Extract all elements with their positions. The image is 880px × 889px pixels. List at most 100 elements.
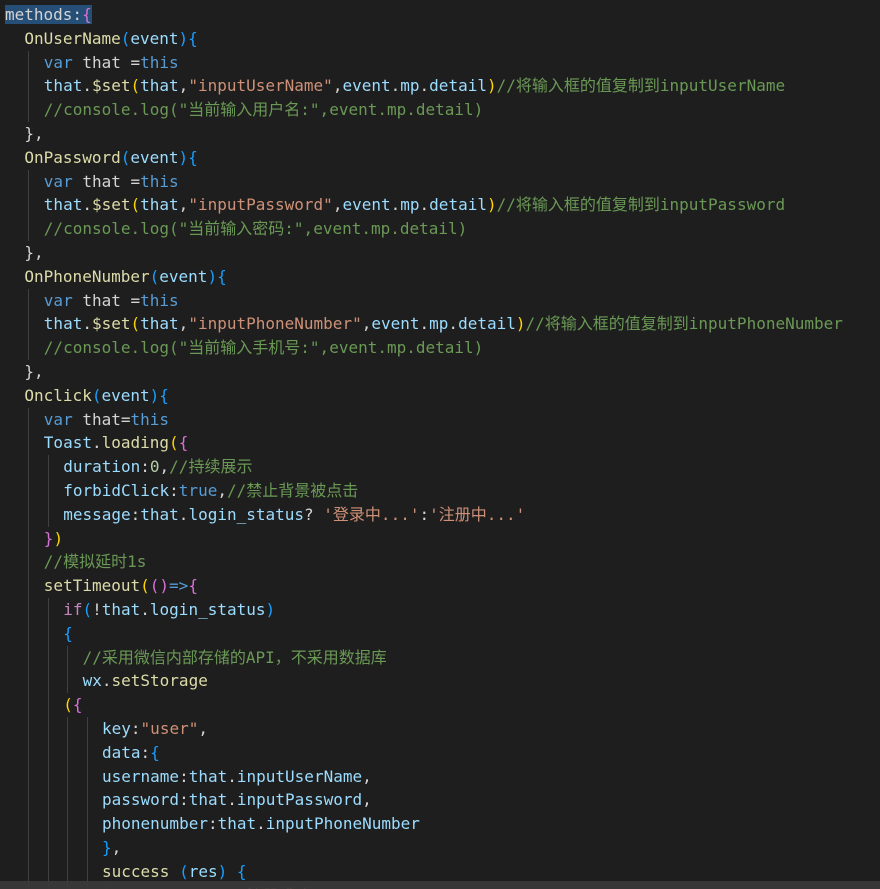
code-line[interactable]: username:that.inputUserName,: [102, 765, 372, 789]
code-line[interactable]: if(!that.login_status): [63, 598, 275, 622]
code-token: .: [256, 814, 266, 834]
code-token: ): [217, 861, 228, 881]
code-line[interactable]: that.$set(that,"inputUserName",event.mp.…: [44, 74, 785, 98]
code-line[interactable]: //console.log("当前输入手机号:",event.mp.detail…: [44, 336, 484, 360]
code-token: ): [486, 76, 497, 96]
code-token: //禁止背景被点击: [226, 481, 359, 500]
code-line[interactable]: that.$set(that,"inputPassword",event.mp.…: [44, 193, 785, 217]
code-token: //采用微信内部存储的API，不采用数据库: [82, 647, 387, 667]
code-token: //持续展示: [169, 457, 253, 477]
code-token: if: [63, 600, 83, 619]
code-line[interactable]: message:that.login_status? '登录中...':'注册中…: [63, 503, 525, 527]
code-token: phonenumber: [102, 814, 208, 834]
code-token: {: [188, 576, 198, 596]
code-line[interactable]: //模拟延时1s: [44, 550, 147, 574]
code-token: .: [178, 504, 189, 524]
code-token: mp: [429, 314, 449, 334]
indent-guide: [47, 836, 49, 860]
code-line[interactable]: phonenumber:that.inputPhoneNumber: [102, 812, 420, 836]
code-token: Onclick: [24, 385, 92, 405]
code-token: that: [43, 76, 83, 96]
code-token: {: [188, 28, 198, 48]
code-line[interactable]: Toast.loading({: [44, 431, 189, 455]
code-line[interactable]: var that=this: [44, 408, 169, 432]
indent-guide: [67, 836, 69, 860]
code-token: (: [130, 76, 141, 96]
code-line[interactable]: forbidClick:true,//禁止背景被点击: [63, 479, 358, 503]
indent-guide: [28, 645, 30, 670]
indent-guide: [28, 74, 30, 99]
code-line[interactable]: var that =this: [44, 170, 179, 194]
code-line[interactable]: var that =this: [44, 289, 179, 313]
code-line[interactable]: //采用微信内部存储的API，不采用数据库: [83, 646, 387, 670]
code-token: "user": [140, 719, 199, 738]
code-token: =>: [169, 576, 189, 596]
code-token: detail: [429, 76, 487, 96]
code-line[interactable]: data:{: [102, 741, 160, 765]
code-line[interactable]: var that =this: [44, 51, 179, 75]
code-token: {: [236, 861, 247, 881]
code-line[interactable]: {: [63, 622, 73, 646]
code-token: duration: [63, 457, 141, 477]
indent-guide: [47, 645, 49, 670]
indent-guide: [28, 764, 30, 789]
code-token: ): [159, 576, 170, 596]
code-token: event: [342, 76, 391, 96]
code-token: },: [24, 362, 44, 381]
code-token: !: [92, 600, 102, 619]
code-line[interactable]: Onclick(event){: [24, 384, 169, 408]
code-line[interactable]: //console.log("当前输入密码:",event.mp.detail): [44, 217, 468, 241]
code-line[interactable]: //console.log("当前输入用户名:",event.mp.detail…: [44, 98, 484, 122]
horizontal-scrollbar[interactable]: [0, 881, 880, 889]
code-line[interactable]: ({: [63, 693, 82, 717]
code-token: :: [140, 457, 150, 477]
code-token: (: [63, 695, 73, 715]
code-line[interactable]: wx.setStorage: [83, 669, 208, 693]
code-token: 0: [149, 457, 160, 477]
code-token: this: [140, 171, 179, 191]
code-token: mp: [400, 76, 420, 96]
code-token: .: [82, 76, 92, 96]
code-token: event: [371, 314, 420, 334]
code-token: :: [207, 814, 218, 834]
indent-guide: [86, 740, 88, 765]
code-token: .: [448, 314, 459, 334]
code-token: :: [130, 719, 141, 738]
code-line[interactable]: }): [44, 527, 63, 551]
code-token: username: [102, 766, 180, 786]
code-token: that: [188, 790, 228, 810]
code-token: that: [140, 504, 179, 524]
code-token: that: [43, 314, 83, 334]
code-line[interactable]: setTimeout(()=>{: [44, 574, 198, 598]
indent-guide: [28, 598, 30, 622]
code-token: event: [342, 195, 391, 215]
indent-guide: [28, 812, 30, 836]
code-token: (: [82, 600, 93, 619]
code-line[interactable]: },: [24, 241, 43, 265]
code-token: //console.log("当前输入手机号:",event.mp.detail…: [43, 338, 484, 358]
code-line[interactable]: duration:0,//持续展示: [63, 455, 252, 479]
code-token: ,: [217, 481, 227, 500]
code-line[interactable]: that.$set(that,"inputPhoneNumber",event.…: [44, 312, 843, 336]
code-token: event: [130, 28, 179, 48]
code-token: wx: [82, 671, 102, 691]
code-line[interactable]: password:that.inputPassword,: [102, 788, 372, 812]
code-line[interactable]: OnPhoneNumber(event){: [24, 265, 226, 289]
code-token: that: [140, 76, 179, 96]
code-line[interactable]: },: [24, 122, 43, 146]
code-token: inputPassword: [236, 790, 363, 810]
code-line[interactable]: },: [102, 836, 121, 860]
code-editor[interactable]: methods:{OnUserName(event){var that =thi…: [0, 0, 880, 889]
indent-guide: [67, 717, 69, 741]
code-token: ,: [362, 766, 372, 786]
code-line[interactable]: key:"user",: [102, 717, 208, 741]
code-token: ,: [332, 76, 343, 96]
code-line[interactable]: OnUserName(event){: [24, 27, 197, 51]
code-line[interactable]: },: [24, 360, 43, 384]
code-token: }: [43, 528, 54, 548]
code-line[interactable]: OnPassword(event){: [24, 146, 197, 170]
code-line[interactable]: methods:{: [5, 3, 92, 27]
code-token: .: [227, 766, 237, 786]
